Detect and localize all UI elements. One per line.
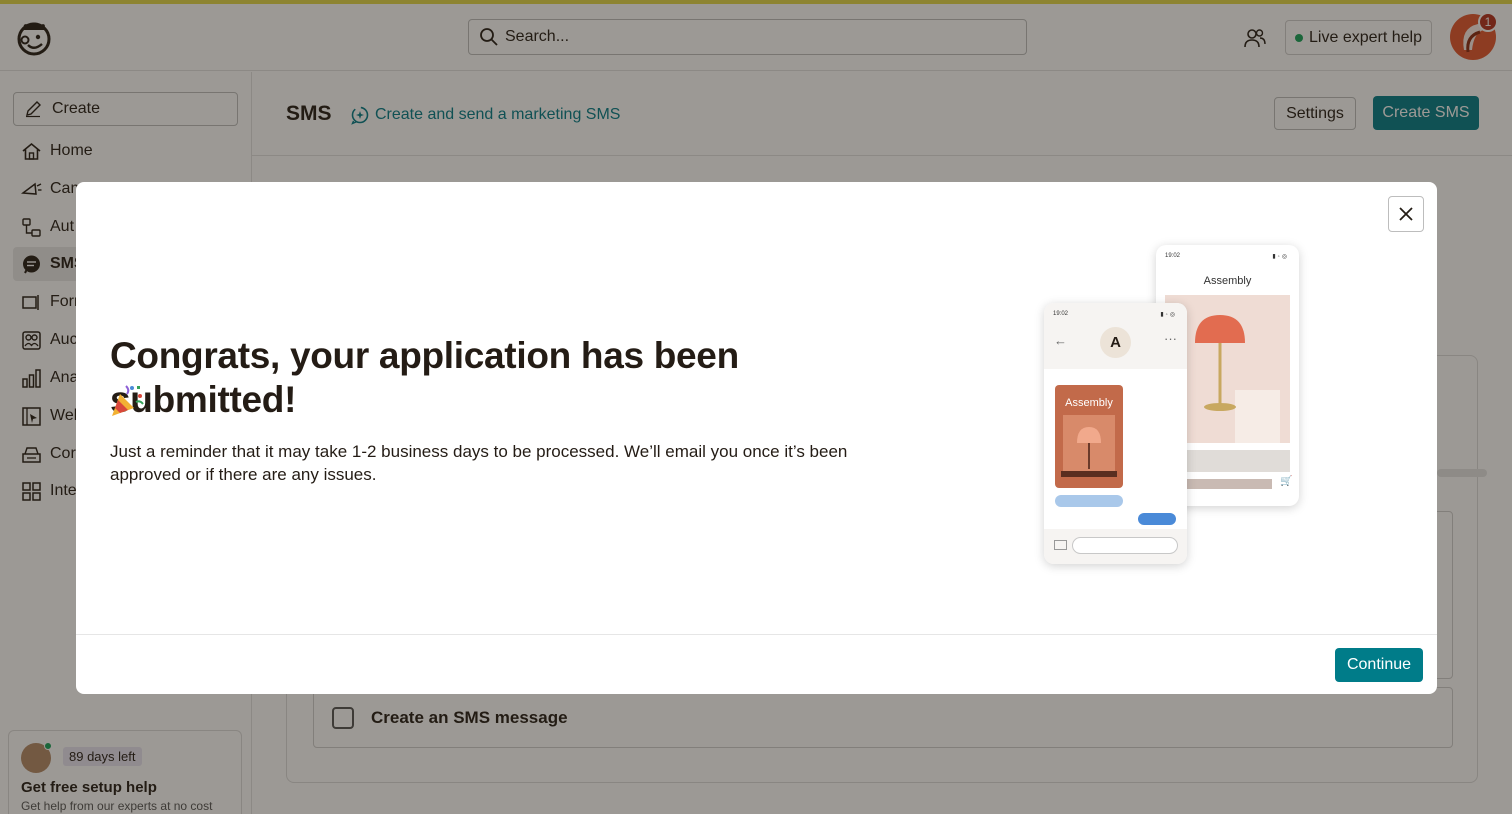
incoming-message-bubble — [1055, 495, 1123, 507]
phone-time: 19:02 — [1165, 253, 1181, 259]
application-submitted-modal: Congrats, your application has been subm… — [76, 182, 1437, 694]
phone-mockup-front: 19:02 ▮◦◎ ← A ··· Assembly — [1044, 303, 1187, 564]
close-icon — [1399, 207, 1413, 221]
phone-brand-title: Assembly — [1203, 275, 1252, 287]
phone-message-input-bar — [1044, 529, 1187, 564]
add-to-cart-bar — [1186, 479, 1272, 489]
phone-message-field — [1072, 537, 1178, 554]
mms-image-card: Assembly — [1055, 385, 1123, 488]
more-icon: ··· — [1164, 331, 1177, 346]
product-info-bar — [1186, 450, 1290, 472]
cart-icon: 🛒 — [1280, 476, 1293, 487]
continue-button[interactable]: Continue — [1335, 648, 1423, 682]
outgoing-message-bubble — [1138, 513, 1176, 525]
back-arrow-icon: ← — [1054, 333, 1067, 348]
party-popper-icon — [110, 382, 146, 418]
contact-avatar: A — [1100, 327, 1131, 358]
image-attach-icon — [1054, 540, 1067, 550]
close-modal-button[interactable] — [1388, 196, 1424, 232]
signal-icon: ▮◦◎ — [1272, 254, 1289, 260]
phone-chat-header: 19:02 ▮◦◎ ← A ··· — [1044, 303, 1187, 369]
modal-footer-divider — [76, 634, 1437, 635]
modal-title: Congrats, your application has been subm… — [110, 335, 739, 420]
phone-time: 19:02 — [1053, 311, 1069, 317]
signal-icon: ▮◦◎ — [1160, 312, 1177, 318]
sms-preview-illustration: 19:02 ▮◦◎ Assembly 🛒 19:02 ▮◦◎ ← A ··· A… — [1040, 242, 1340, 572]
modal-body-text: Just a reminder that it may take 1-2 bus… — [110, 442, 848, 484]
